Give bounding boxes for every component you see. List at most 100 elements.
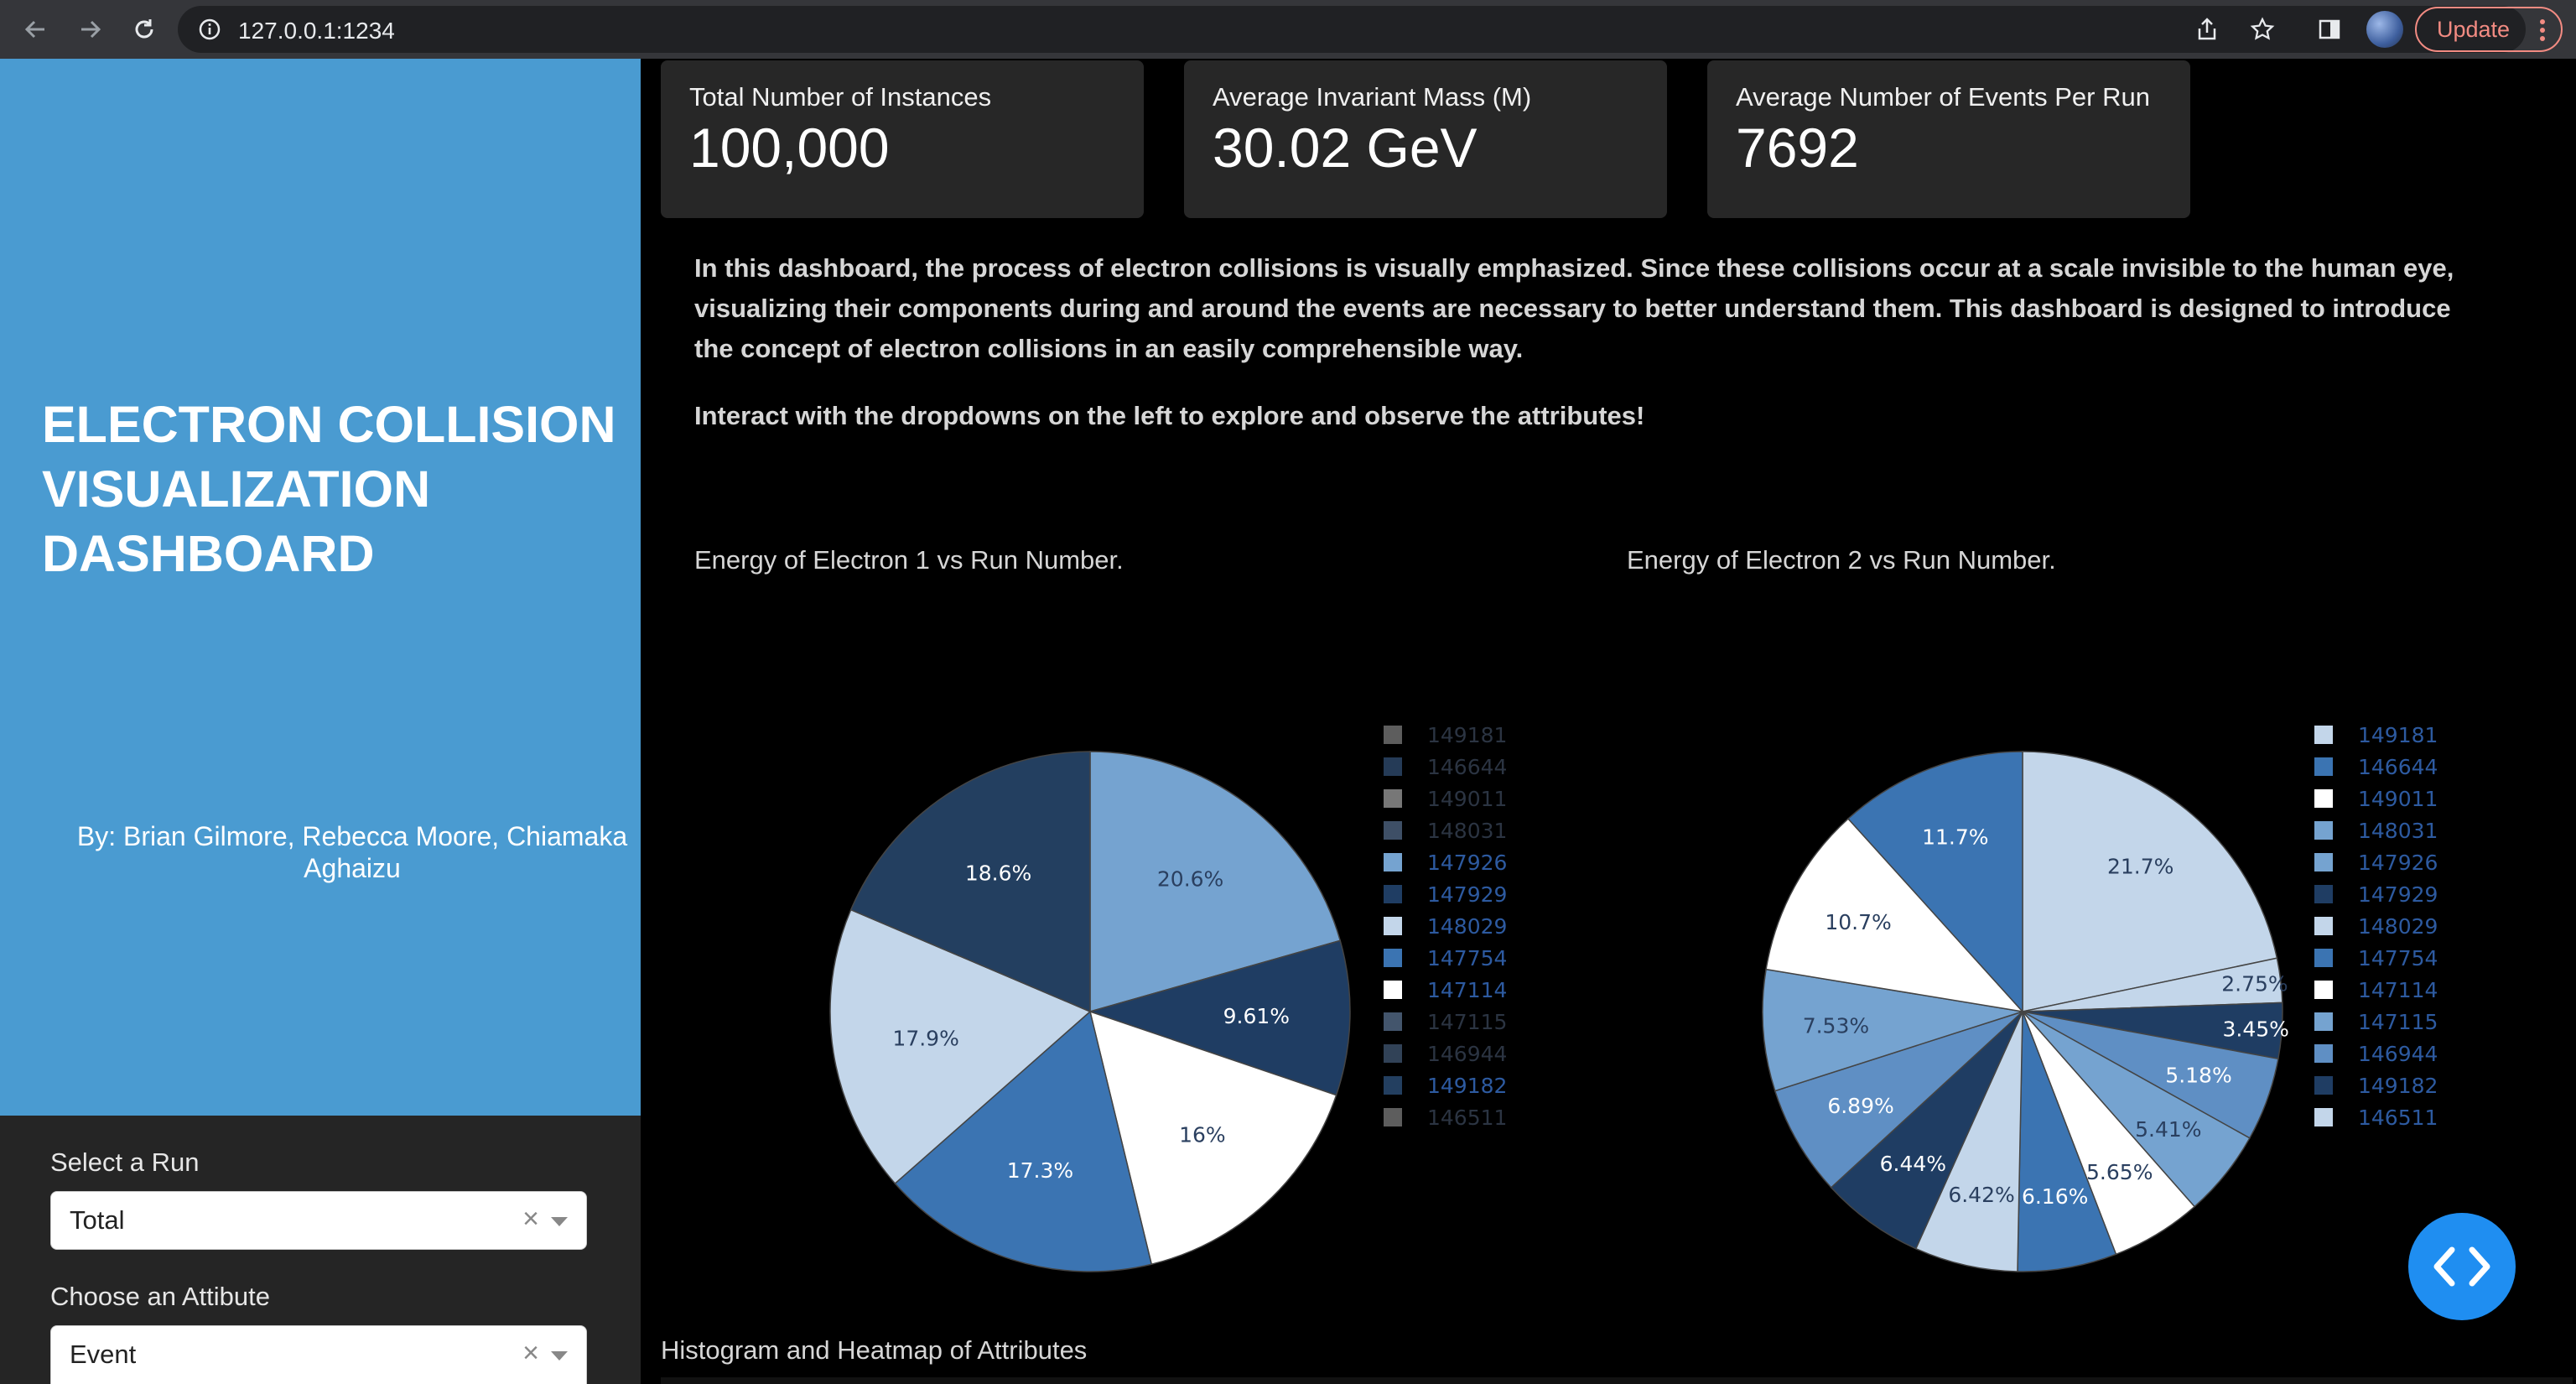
legend-item[interactable]: 149182 [1384,1069,1507,1101]
pie-chart-1-legend[interactable]: 149181 146644 149011 148031 147926 147929 1480… [1384,719,1507,1133]
legend-label: 148031 [1427,818,1508,843]
legend-swatch [1384,981,1402,999]
legend-item[interactable]: 149181 [2314,719,2438,751]
pie-2-slice-label: 21.7% [2107,855,2174,879]
legend-item[interactable]: 149011 [1384,783,1507,814]
legend-item[interactable]: 147114 [2314,974,2438,1006]
legend-swatch [1384,853,1402,872]
legend-swatch [2314,949,2333,967]
pie-2-slice-label: 6.44% [1880,1152,1946,1176]
legend-item[interactable]: 147754 [1384,942,1507,974]
legend-swatch [2314,757,2333,776]
legend-label: 147926 [2358,850,2438,875]
legend-swatch [1384,757,1402,776]
legend-item[interactable]: 148029 [1384,910,1507,942]
legend-swatch [2314,821,2333,840]
pie-2-slice-label: 7.53% [1803,1013,1869,1038]
legend-label: 147929 [2358,882,2438,907]
legend-item[interactable]: 147929 [2314,878,2438,910]
pie-chart-electron-1[interactable]: 20.6% 9.61% 16% 17.3% 17.9% 18.6% 21.7% 2.75% 3.… [0,0,2576,1384]
legend-item[interactable]: 147926 [2314,846,2438,878]
legend-label: 146944 [2358,1041,2438,1066]
legend-item[interactable]: 148029 [2314,910,2438,942]
legend-label: 149182 [2358,1073,2438,1098]
legend-swatch [1384,789,1402,808]
legend-label: 147115 [1427,1009,1508,1034]
pie-1-slice-label: 18.6% [965,861,1031,886]
legend-label: 149011 [1427,786,1508,811]
legend-label: 147114 [1427,977,1508,1002]
pie-1-slice-label: 17.9% [892,1027,958,1051]
legend-item[interactable]: 148031 [1384,814,1507,846]
legend-swatch [1384,885,1402,903]
legend-label: 147929 [1427,882,1508,907]
legend-label: 146511 [1427,1105,1508,1130]
pie-2-slice-label: 6.16% [2022,1184,2088,1209]
pie-1-slice-label: 16% [1179,1122,1226,1147]
legend-item[interactable]: 146644 [2314,751,2438,783]
legend-swatch [1384,1044,1402,1063]
code-toggle-button[interactable] [2408,1213,2516,1320]
legend-swatch [1384,726,1402,744]
histogram-section-title: Histogram and Heatmap of Attributes [661,1335,1088,1365]
pie-2-slice-label: 5.41% [2135,1117,2201,1142]
pie-1-slice-label: 17.3% [1007,1158,1073,1183]
legend-label: 149181 [2358,722,2438,747]
legend-swatch [2314,917,2333,935]
legend-item[interactable]: 146944 [2314,1038,2438,1069]
legend-swatch [1384,917,1402,935]
legend-item[interactable]: 146511 [2314,1101,2438,1133]
legend-label: 149181 [1427,722,1508,747]
legend-label: 148031 [2358,818,2438,843]
legend-item[interactable]: 149011 [2314,783,2438,814]
legend-swatch [2314,789,2333,808]
legend-swatch [1384,1076,1402,1095]
pie-2-slice-label: 5.18% [2165,1064,2231,1088]
legend-item[interactable]: 147929 [1384,878,1507,910]
legend-label: 146644 [1427,754,1508,779]
legend-swatch [1384,1012,1402,1031]
legend-item[interactable]: 146944 [1384,1038,1507,1069]
legend-swatch [1384,821,1402,840]
legend-item[interactable]: 146644 [1384,751,1507,783]
legend-swatch [2314,1076,2333,1095]
legend-swatch [2314,1108,2333,1126]
pie-2-slice-label: 10.7% [1825,910,1891,934]
legend-label: 148029 [1427,913,1508,939]
pie-2-slice-label: 5.65% [2086,1160,2153,1184]
legend-label: 147926 [1427,850,1508,875]
legend-item[interactable]: 147114 [1384,974,1507,1006]
pie-1-slice-label: 20.6% [1157,867,1223,892]
legend-label: 147754 [2358,945,2438,970]
legend-swatch [2314,853,2333,872]
pie-2-slice-label: 2.75% [2221,971,2288,996]
legend-label: 146511 [2358,1105,2438,1130]
legend-swatch [1384,1108,1402,1126]
legend-label: 147115 [2358,1009,2438,1034]
legend-label: 147114 [2358,977,2438,1002]
legend-item[interactable]: 147754 [2314,942,2438,974]
legend-item[interactable]: 147115 [2314,1006,2438,1038]
legend-swatch [2314,1044,2333,1063]
pie-chart-2-legend[interactable]: 149181 146644 149011 148031 147926 147929 1480… [2314,719,2438,1133]
legend-item[interactable]: 149182 [2314,1069,2438,1101]
legend-item[interactable]: 148031 [2314,814,2438,846]
legend-label: 146644 [2358,754,2438,779]
legend-label: 146944 [1427,1041,1508,1066]
legend-label: 148029 [2358,913,2438,939]
legend-label: 149182 [1427,1073,1508,1098]
legend-item[interactable]: 147926 [1384,846,1507,878]
legend-swatch [2314,981,2333,999]
legend-label: 149011 [2358,786,2438,811]
pie-1-slice-label: 9.61% [1223,1004,1290,1028]
pie-2-slice-label: 3.45% [2223,1017,2289,1042]
legend-swatch [2314,726,2333,744]
legend-item[interactable]: 146511 [1384,1101,1507,1133]
legend-item[interactable]: 147115 [1384,1006,1507,1038]
legend-label: 147754 [1427,945,1508,970]
legend-item[interactable]: 149181 [1384,719,1507,751]
pie-2-slice-label: 6.89% [1827,1094,1893,1118]
pie-2-slice-label: 11.7% [1922,825,1988,850]
chart-area-edge [661,1377,2573,1384]
legend-swatch [1384,949,1402,967]
